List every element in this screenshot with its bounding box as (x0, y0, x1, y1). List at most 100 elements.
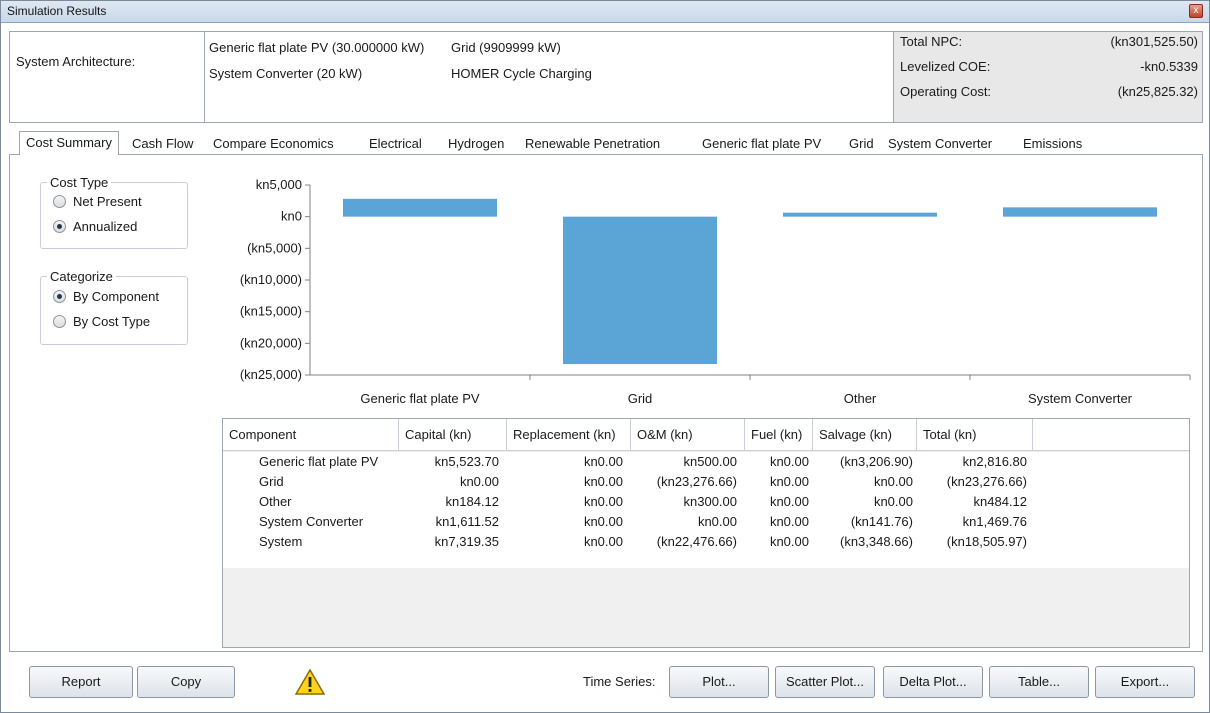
radio-annualized-indicator[interactable] (53, 220, 66, 233)
tab-electrical[interactable]: Electrical (363, 133, 428, 155)
col-capital[interactable]: Capital (kn) (399, 419, 507, 451)
col-fuel[interactable]: Fuel (kn) (745, 419, 813, 451)
radio-net-present-label: Net Present (73, 194, 142, 209)
arch-dispatch: HOMER Cycle Charging (451, 66, 592, 81)
row-fuel-cell: kn0.00 (769, 494, 809, 509)
footer-bar: Report Copy Time Series: Plot... Scatter… (9, 652, 1203, 710)
row-fuel-cell: kn0.00 (769, 534, 809, 549)
delta-plot-button[interactable]: Delta Plot... (883, 666, 983, 698)
row-salvage-cell: (kn141.76) (850, 514, 913, 529)
row-salvage-cell: (kn3,348.66) (840, 534, 913, 549)
col-component[interactable]: Component (223, 419, 399, 451)
radio-by-component[interactable]: By Component (53, 289, 159, 309)
row-total-cell: kn484.12 (973, 494, 1028, 509)
architecture-label: System Architecture: (16, 54, 136, 69)
row-capital-cell: kn0.00 (459, 474, 499, 489)
row-replacement-cell: kn0.00 (583, 514, 623, 529)
tab-hydrogen[interactable]: Hydrogen (442, 133, 510, 155)
col-total[interactable]: Total (kn) (917, 419, 1033, 451)
warning-icon[interactable] (295, 668, 325, 696)
y-tick-label: (kn20,000) (240, 335, 302, 350)
table-row[interactable]: Grid kn0.00 kn0.00 (kn23,276.66) kn0.00 kn0.0… (223, 474, 1189, 494)
row-fuel-cell: kn0.00 (769, 514, 809, 529)
cost-summary-content: Cost Type Net Present Annualized Categor… (9, 155, 1203, 652)
npc-value: (kn301,525.50) (1110, 34, 1198, 49)
row-total-cell: (kn18,505.97) (946, 534, 1027, 549)
close-icon[interactable]: x (1189, 4, 1203, 18)
cost-bar-chart: kn5,000 kn0 (kn5,000) (kn10,000) (kn15,000) (… (240, 177, 1191, 406)
tab-compare-economics[interactable]: Compare Economics (207, 133, 340, 155)
row-replacement-cell: kn0.00 (583, 454, 623, 469)
row-component-cell: Other (259, 494, 292, 509)
table-button[interactable]: Table... (989, 666, 1089, 698)
cost-table: Component Capital (kn) Replacement (kn) … (222, 418, 1190, 648)
col-om[interactable]: O&M (kn) (631, 419, 745, 451)
arch-converter: System Converter (20 kW) (209, 66, 363, 81)
tab-renewable-penetration[interactable]: Renewable Penetration (519, 133, 666, 155)
row-capital-cell: kn7,319.35 (434, 534, 499, 549)
coe-label: Levelized COE: (900, 59, 991, 74)
row-salvage-cell: kn0.00 (873, 494, 913, 509)
report-button[interactable]: Report (29, 666, 133, 698)
architecture-box: Generic flat plate PV (30.000000 kW) Gri… (204, 32, 894, 122)
radio-net-present-indicator[interactable] (53, 195, 66, 208)
row-om-cell: (kn23,276.66) (656, 474, 737, 489)
tab-emissions[interactable]: Emissions (1017, 133, 1088, 155)
tab-grid[interactable]: Grid (843, 133, 880, 155)
y-tick-label: (kn5,000) (247, 240, 302, 255)
plot-button[interactable]: Plot... (669, 666, 769, 698)
copy-button[interactable]: Copy (137, 666, 235, 698)
row-component-cell: Grid (259, 474, 284, 489)
arch-grid: Grid (9909999 kW) (451, 40, 561, 55)
radio-net-present[interactable]: Net Present (53, 194, 142, 214)
y-tick-label: (kn10,000) (240, 272, 302, 287)
col-salvage[interactable]: Salvage (kn) (813, 419, 917, 451)
x-tick-label: System Converter (1028, 391, 1133, 406)
row-om-cell: kn500.00 (683, 454, 738, 469)
tab-cash-flow[interactable]: Cash Flow (126, 133, 199, 155)
table-row[interactable]: System Converter kn1,611.52 kn0.00 kn0.00 kn… (223, 514, 1189, 534)
y-tick-label: kn5,000 (256, 177, 302, 192)
radio-by-component-indicator[interactable] (53, 290, 66, 303)
y-tick-label: (kn15,000) (240, 304, 302, 319)
y-tick-label: kn0 (281, 209, 302, 224)
row-component-cell: System (259, 534, 303, 549)
row-total-cell: (kn23,276.66) (946, 474, 1027, 489)
col-replacement[interactable]: Replacement (kn) (507, 419, 631, 451)
tab-cost-summary[interactable]: Cost Summary (19, 131, 119, 156)
row-salvage-cell: (kn3,206.90) (840, 454, 913, 469)
row-replacement-cell: kn0.00 (583, 534, 623, 549)
row-component-cell: Generic flat plate PV (259, 454, 379, 469)
bar-0 (343, 198, 497, 217)
row-capital-cell: kn5,523.70 (434, 454, 499, 469)
table-header: Component Capital (kn) Replacement (kn) … (223, 419, 1189, 451)
radio-by-cost-type[interactable]: By Cost Type (53, 314, 150, 334)
export-button[interactable]: Export... (1095, 666, 1195, 698)
simulation-results-window: Simulation Results x System Architecture… (0, 0, 1210, 713)
radio-by-cost-type-indicator[interactable] (53, 315, 66, 328)
row-fuel-cell: kn0.00 (769, 454, 809, 469)
row-replacement-cell: kn0.00 (583, 474, 623, 489)
table-row[interactable]: System kn7,319.35 kn0.00 (kn22,476.66) kn0.0… (223, 534, 1189, 554)
scatter-plot-button[interactable]: Scatter Plot... (775, 666, 875, 698)
npc-label: Total NPC: (900, 34, 963, 49)
bar-2 (783, 212, 937, 217)
radio-by-cost-type-label: By Cost Type (73, 314, 151, 329)
table-body: Generic flat plate PV kn5,523.70 kn0.00 kn5… (223, 452, 1189, 568)
table-row[interactable]: Generic flat plate PV kn5,523.70 kn0.00 kn5… (223, 454, 1189, 474)
tab-system-converter[interactable]: System Converter (882, 133, 998, 155)
row-salvage-cell: kn0.00 (873, 474, 913, 489)
row-om-cell: kn0.00 (697, 514, 737, 529)
table-row[interactable]: Other kn184.12 kn0.00 kn300.00 kn0.00 kn0.00 k… (223, 494, 1189, 514)
radio-by-component-label: By Component (73, 289, 159, 304)
radio-annualized[interactable]: Annualized (53, 219, 137, 239)
tab-generic-flat-plate-pv[interactable]: Generic flat plate PV (696, 133, 827, 155)
y-tick-label: (kn25,000) (240, 367, 302, 382)
categorize-group: Categorize By Component By Cost Type (40, 269, 188, 345)
row-total-cell: kn1,469.76 (962, 514, 1027, 529)
time-series-label: Time Series: (583, 674, 656, 689)
cost-type-group: Cost Type Net Present Annualized (40, 175, 188, 249)
row-om-cell: kn300.00 (683, 494, 738, 509)
row-fuel-cell: kn0.00 (769, 474, 809, 489)
tab-strip: Cost Summary Cash Flow Compare Economics… (9, 129, 1203, 156)
